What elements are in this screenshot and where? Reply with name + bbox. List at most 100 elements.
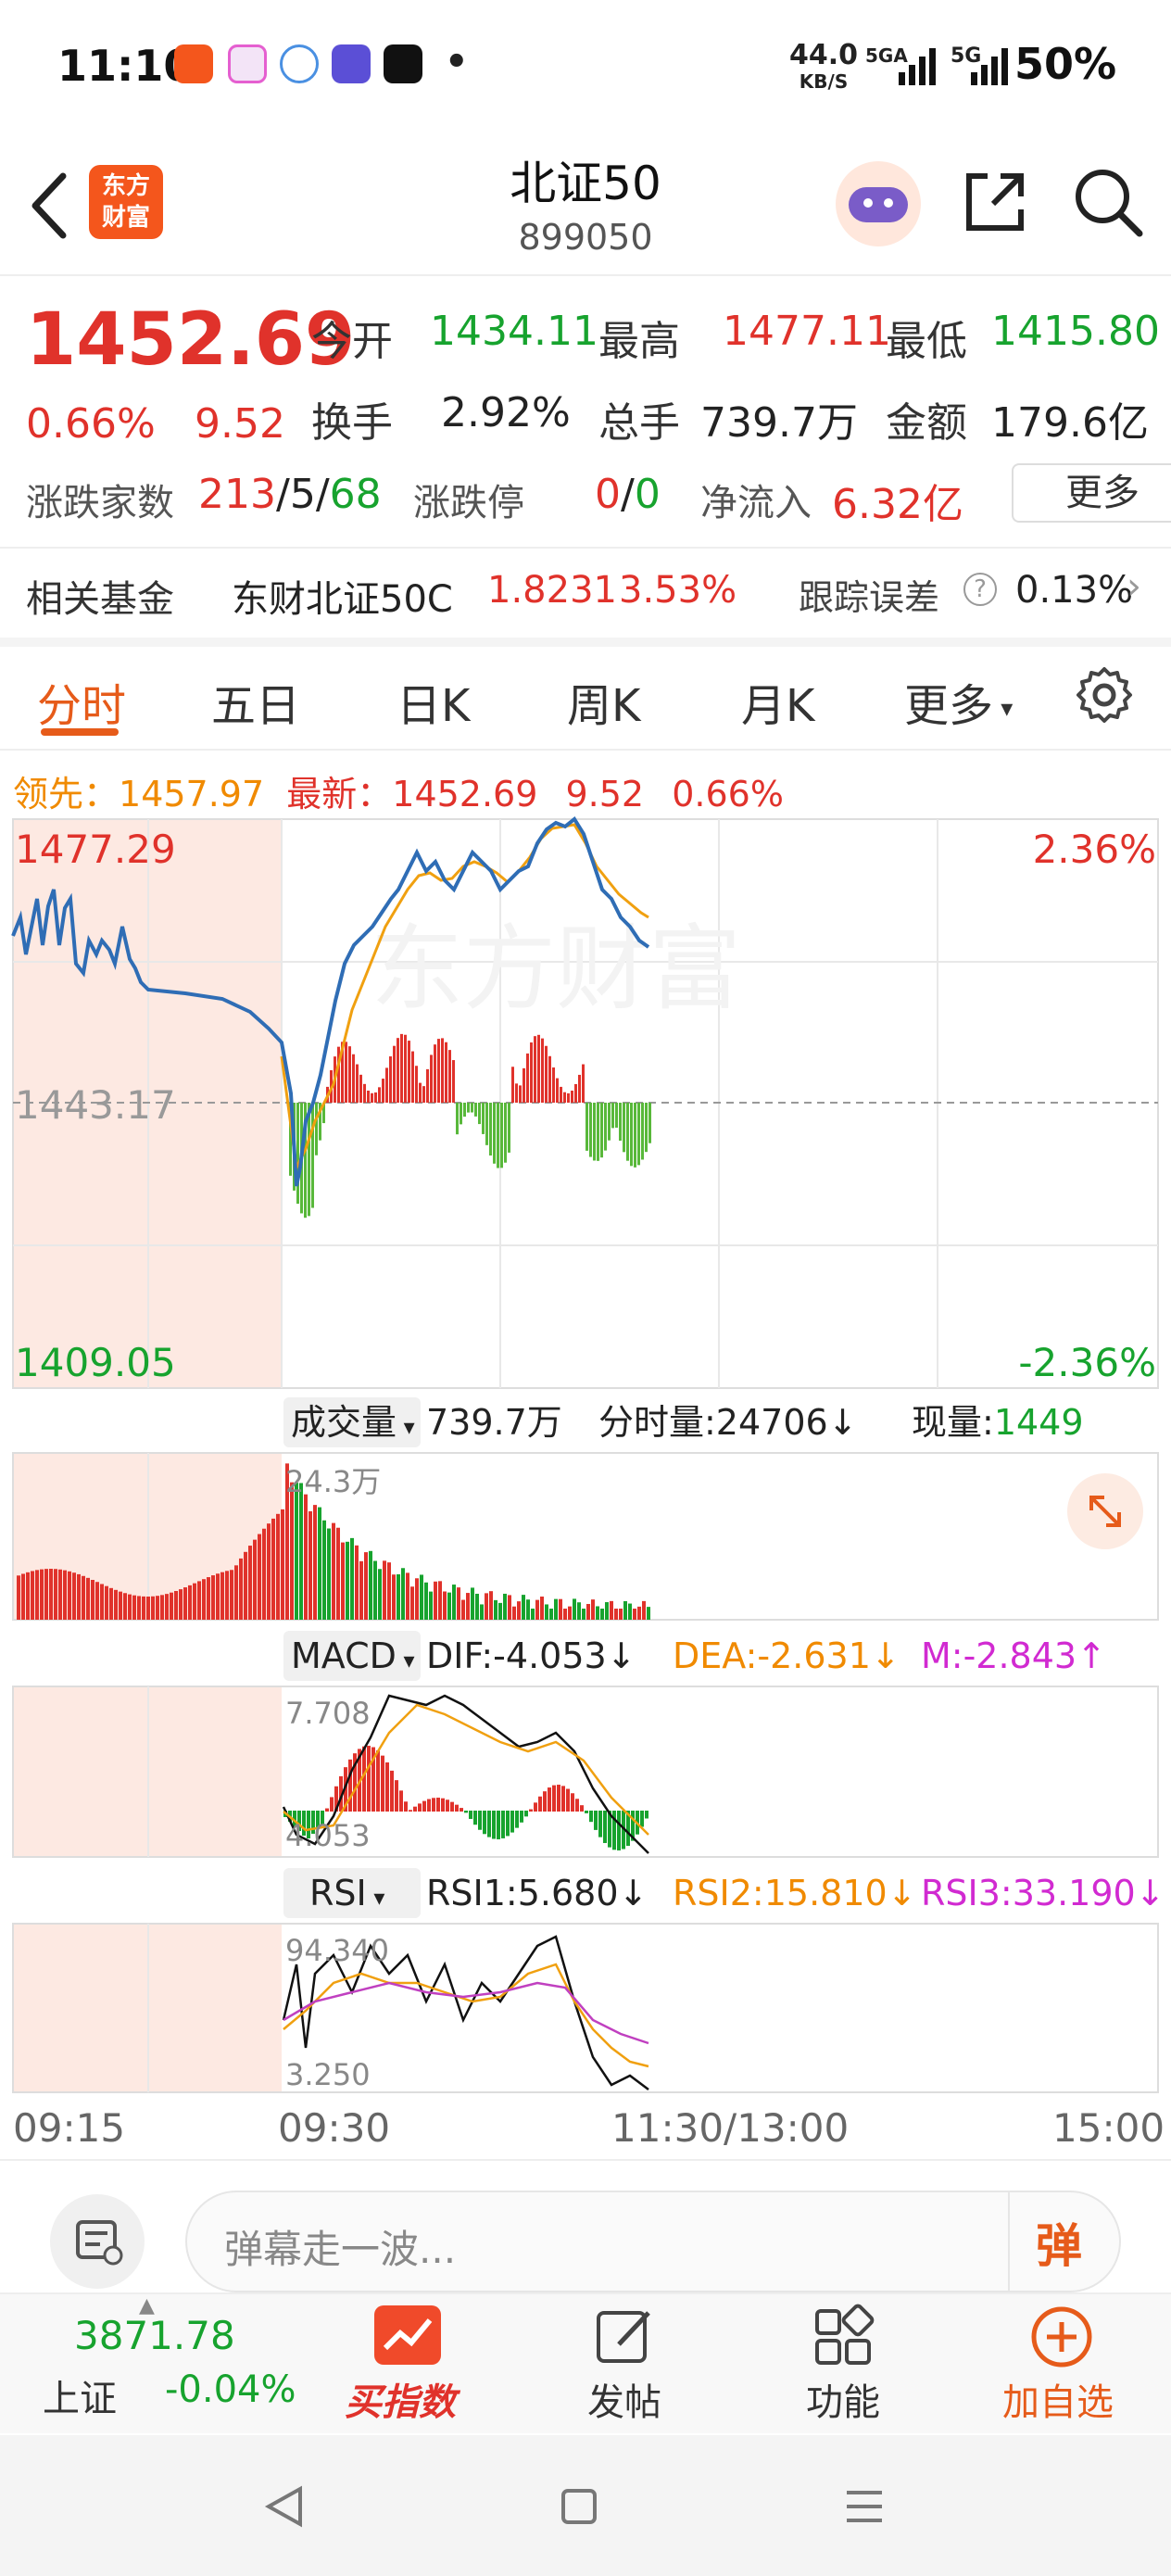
lead-latest-line: 领先：1457.97 最新：1452.69 9.52 0.66% — [13, 774, 784, 814]
flow-bar — [385, 1067, 388, 1103]
time-label-start: 09:15 — [13, 2105, 126, 2151]
danmaku-settings-icon[interactable] — [50, 2194, 145, 2289]
tab-monthly-k[interactable]: 月K — [741, 669, 814, 734]
flow-bar — [623, 1103, 625, 1153]
macd-indicator-select[interactable]: MACD ▾ — [283, 1631, 421, 1681]
flow-bar — [574, 1083, 577, 1103]
volume-bar — [369, 1550, 372, 1620]
volume-bar — [109, 1587, 113, 1620]
tab-intraday[interactable]: 分时 — [37, 669, 126, 734]
volume-bar — [559, 1598, 562, 1620]
flow-bar — [485, 1103, 488, 1145]
sh-index-name[interactable]: 上证 — [43, 2368, 117, 2422]
help-icon[interactable]: ? — [963, 573, 997, 606]
add-favorite-icon[interactable] — [1026, 2302, 1097, 2372]
buy-index-icon[interactable] — [374, 2305, 441, 2365]
buy-index-label[interactable]: 买指数 — [345, 2372, 456, 2426]
axis-bottom-price: 1409.05 — [15, 1340, 176, 1385]
macd-bar — [390, 1770, 394, 1812]
flow-bar — [426, 1068, 429, 1103]
volume-bar — [123, 1593, 127, 1620]
danmaku-input[interactable]: 弹幕走一波... 弹 — [185, 2191, 1121, 2292]
nav-menu-icon[interactable] — [841, 2483, 888, 2530]
battery-level: 50% — [1014, 39, 1117, 89]
flow-bar — [296, 1103, 299, 1205]
macd-bar — [585, 1811, 588, 1813]
volume-bar — [295, 1483, 298, 1620]
danmaku-toggle-button[interactable]: 弹 — [1036, 2209, 1082, 2276]
dropdown-icon: ▾ — [993, 695, 1014, 723]
flow-bar — [393, 1045, 396, 1103]
current-price: 1452.69 — [26, 298, 356, 382]
add-favorite-label[interactable]: 加自选 — [1002, 2372, 1114, 2426]
flow-bar — [630, 1103, 633, 1167]
tab-weekly-k[interactable]: 周K — [567, 669, 640, 734]
flow-bar — [563, 1092, 566, 1103]
dropdown-icon: ▾ — [397, 1414, 415, 1440]
volume-bar — [26, 1572, 30, 1620]
tiktok-icon — [384, 44, 422, 83]
volume-bar — [378, 1569, 382, 1620]
volume-bar — [336, 1527, 340, 1620]
rsi-indicator-select[interactable]: RSI ▾ — [283, 1868, 421, 1918]
flow-bar — [478, 1103, 481, 1125]
volume-bar — [406, 1572, 409, 1620]
page-title: 北证50 — [510, 157, 661, 210]
macd-bar — [436, 1798, 440, 1812]
functions-grid-icon[interactable] — [810, 2304, 876, 2370]
volume-bar — [568, 1606, 572, 1620]
post-label[interactable]: 发帖 — [587, 2372, 661, 2426]
tracking-error-label: 跟踪误差 — [799, 577, 940, 618]
tab-more[interactable]: 更多 ▾ — [904, 669, 1013, 734]
volume-bar — [91, 1579, 94, 1620]
volume-bar — [628, 1603, 632, 1620]
app-notification-icon — [332, 44, 371, 83]
volume-bar — [165, 1594, 169, 1620]
expand-icon[interactable] — [1067, 1473, 1143, 1549]
volume-bar — [591, 1599, 595, 1620]
flow-bar — [504, 1103, 507, 1163]
volume-bar — [605, 1602, 609, 1620]
volume-bar — [86, 1577, 90, 1620]
macd-bar — [446, 1799, 449, 1812]
macd-bar — [520, 1811, 523, 1823]
volume-bar — [54, 1569, 57, 1620]
amount-value: 179.6亿 — [991, 399, 1149, 447]
volume-bar — [230, 1570, 233, 1620]
flow-bar — [311, 1103, 314, 1208]
macd-bar — [501, 1811, 505, 1838]
sh-index-value[interactable]: 3871.78 — [74, 2313, 235, 2358]
flow-bar — [500, 1103, 503, 1168]
volume-bar — [554, 1598, 558, 1620]
volume-bar — [290, 1482, 294, 1620]
volume-bar — [248, 1546, 252, 1620]
nav-back-icon[interactable] — [261, 2483, 308, 2530]
tab-five-day[interactable]: 五日 — [211, 669, 300, 734]
sh-index-pct[interactable]: -0.04% — [165, 2368, 296, 2411]
tab-daily-k[interactable]: 日K — [397, 669, 470, 734]
settings-gear-icon[interactable] — [1075, 665, 1134, 725]
macd-bar — [395, 1780, 398, 1812]
nav-home-icon[interactable] — [556, 2483, 602, 2530]
flow-bar — [515, 1083, 518, 1103]
related-fund-row[interactable]: 相关基金 东财北证50C 1.8231 3.53% 跟踪误差 ? 0.13% › — [0, 549, 1171, 638]
low-label: 最低 — [886, 318, 967, 365]
volume-bar — [475, 1593, 479, 1620]
limit-values: 0/0 — [595, 471, 661, 518]
flow-bar — [534, 1036, 536, 1103]
macd-bar — [594, 1811, 598, 1830]
more-quote-button[interactable]: 更多 — [1012, 463, 1171, 523]
volume-bar — [197, 1581, 201, 1620]
volume-bar — [267, 1523, 271, 1620]
volume-bar — [318, 1507, 321, 1620]
volume-bar — [193, 1583, 196, 1620]
functions-label[interactable]: 功能 — [806, 2372, 880, 2426]
axis-bottom-pct: -2.36% — [1018, 1340, 1156, 1385]
volume-indicator-select[interactable]: 成交量 ▾ — [283, 1397, 421, 1447]
low-value: 1415.80 — [991, 308, 1160, 355]
flow-bar — [348, 1046, 351, 1103]
intraday-chart[interactable]: 东方财富 — [0, 815, 1171, 2113]
post-icon[interactable] — [591, 2304, 658, 2370]
volume-bar — [49, 1569, 53, 1620]
volume-bar — [262, 1528, 266, 1620]
